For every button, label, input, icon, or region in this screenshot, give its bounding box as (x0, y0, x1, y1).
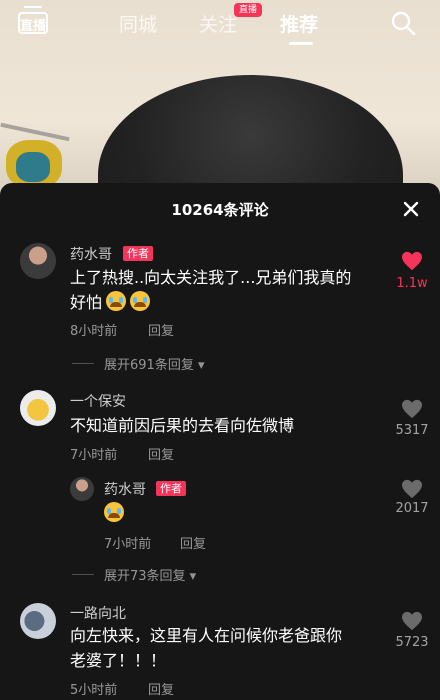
like-button[interactable] (392, 399, 432, 419)
comment-text: 向左快来，这里有人在问候你老爸跟你 老婆了！！！ (70, 623, 390, 673)
comment-text-line: 向左快来，这里有人在问候你老爸跟你 (70, 626, 343, 645)
divider (72, 363, 94, 364)
comment-count-title: 10264条评论 (171, 201, 269, 219)
author-tag: 作者 (123, 246, 153, 261)
like-count: 1.1w (396, 276, 428, 291)
comment-text: 不知道前因后果的去看向佐微博 (70, 416, 295, 435)
comment-username[interactable]: 药水哥 (70, 244, 112, 264)
reply-button[interactable]: 回复 (180, 533, 206, 552)
active-tab-indicator (289, 42, 313, 45)
comment-text-line: 上了热搜..向太关注我了...兄弟们我真的 (70, 268, 352, 287)
comment-username[interactable]: 一个保安 (70, 391, 126, 411)
tab-nearby[interactable]: 同城 (119, 10, 157, 37)
video-person-head (98, 75, 403, 200)
like-button[interactable] (392, 611, 432, 631)
heart-icon (402, 399, 422, 419)
tab-recommend[interactable]: 推荐 (280, 10, 318, 37)
comment-text-part: 好怕 (70, 293, 103, 312)
heart-icon (402, 251, 422, 271)
comment-text: 上了热搜..向太关注我了...兄弟们我真的 好怕 (70, 265, 390, 315)
comment-panel: 10264条评论 药水哥 作者 上了热搜..向太关注我了...兄弟们我真的 好怕… (0, 183, 440, 700)
heart-icon (402, 479, 422, 499)
heart-icon (402, 611, 422, 631)
comment-username[interactable]: 药水哥 (104, 479, 146, 499)
search-icon[interactable] (390, 10, 416, 36)
close-icon[interactable] (400, 198, 422, 220)
like-count: 5723 (395, 635, 429, 650)
like-count: 2017 (395, 501, 429, 516)
live-icon-label: 直播 (19, 19, 46, 34)
reply-button[interactable]: 回复 (148, 444, 174, 463)
comment-text (104, 501, 128, 526)
crying-emoji-icon (130, 291, 151, 311)
avatar[interactable] (70, 477, 94, 501)
avatar[interactable] (20, 603, 56, 639)
crying-emoji-icon (106, 291, 127, 311)
comment-time: 7小时前 (104, 537, 152, 552)
comment-time: 8小时前 (70, 324, 118, 339)
like-count: 5317 (395, 423, 429, 438)
divider (72, 574, 94, 575)
expand-replies-label: 展开691条回复 (104, 358, 194, 373)
avatar[interactable] (20, 243, 56, 279)
live-badge: 直播 (234, 3, 263, 17)
avatar[interactable] (20, 390, 56, 426)
expand-replies-button[interactable]: 展开73条回复 ▾ (104, 565, 196, 584)
like-button[interactable] (392, 251, 432, 271)
chevron-down-icon: ▾ (185, 569, 197, 584)
comment-text-line2: 好怕 (70, 290, 390, 315)
live-tv-icon[interactable]: 直播 (18, 6, 48, 36)
crying-emoji-icon (104, 502, 124, 522)
top-navigation: 直播 同城 关注 直播 推荐 (0, 0, 440, 48)
chevron-down-icon: ▾ (193, 358, 205, 373)
reply-button[interactable]: 回复 (148, 320, 174, 339)
expand-replies-label: 展开73条回复 (104, 569, 186, 584)
comment-text-line2: 老婆了！！！ (70, 651, 167, 670)
expand-replies-button[interactable]: 展开691条回复 ▾ (104, 354, 205, 373)
reply-button[interactable]: 回复 (148, 679, 174, 698)
tab-following[interactable]: 关注 (199, 10, 237, 37)
author-tag: 作者 (156, 481, 186, 496)
comment-username[interactable]: 一路向北 (70, 603, 126, 623)
comment-time: 7小时前 (70, 448, 118, 463)
comment-time: 5小时前 (70, 683, 118, 698)
like-button[interactable] (392, 479, 432, 499)
